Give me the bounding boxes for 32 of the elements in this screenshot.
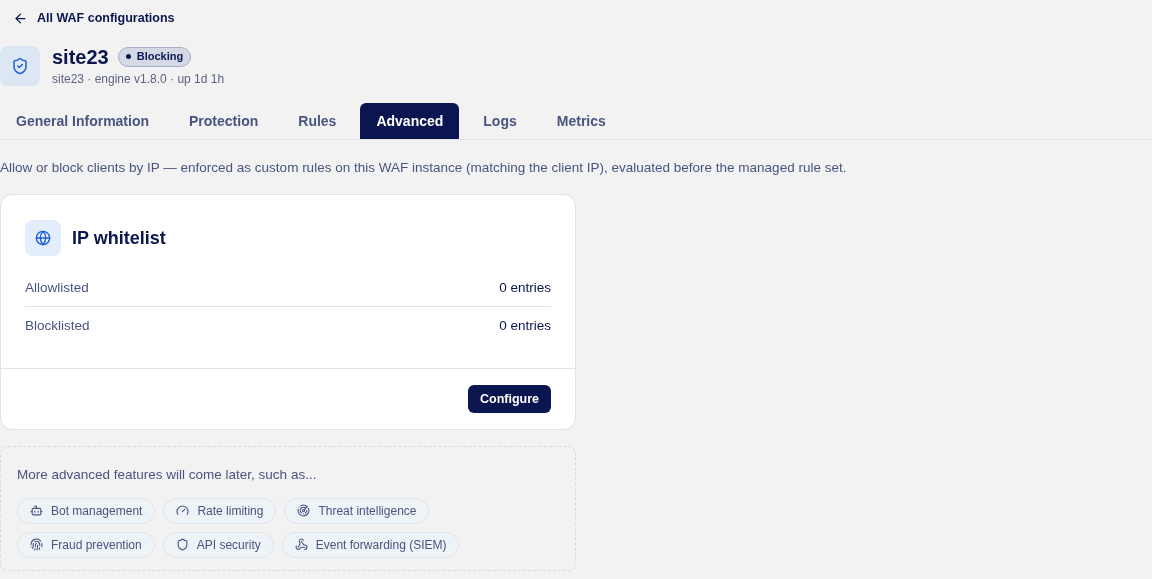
fingerprint-icon xyxy=(30,538,43,551)
feature-chip: API security xyxy=(162,531,274,558)
site-title: site23 xyxy=(52,44,109,69)
feature-chip: Threat intelligence xyxy=(284,497,430,524)
feature-chip: Bot management xyxy=(17,497,156,524)
row-value: 0 entries xyxy=(499,316,551,335)
tab[interactable]: Advanced xyxy=(360,103,460,139)
tab[interactable]: Protection xyxy=(173,103,275,139)
card-title: IP whitelist xyxy=(72,226,166,250)
gauge-icon xyxy=(176,504,190,517)
radar-icon xyxy=(297,504,311,517)
feature-chip: Event forwarding (SIEM) xyxy=(281,531,460,558)
tab[interactable]: General Information xyxy=(0,103,166,139)
row-label: Blocklisted xyxy=(25,316,90,335)
status-badge: Blocking xyxy=(117,46,192,67)
webhook-icon xyxy=(294,538,308,551)
globe-icon xyxy=(35,230,51,247)
back-link[interactable]: All WAF configurations xyxy=(13,9,175,28)
tab[interactable]: Logs xyxy=(467,103,533,139)
feature-chip: Rate limiting xyxy=(163,497,277,524)
site-subtitle: site23 · engine v1.8.0 · up 1d 1h xyxy=(52,70,225,88)
tab[interactable]: Rules xyxy=(282,103,353,139)
row-value: 0 entries xyxy=(499,279,551,298)
robot-icon xyxy=(30,504,43,517)
feature-chip: Fraud prevention xyxy=(17,531,155,558)
section-description: Allow or block clients by IP — enforced as custom rules on this WAF instance (matching the client IP), evaluated before the managed rule set. xyxy=(0,159,848,177)
configure-button[interactable]: Configure xyxy=(467,385,551,414)
tab[interactable]: Metrics xyxy=(540,103,622,139)
back-arrow-icon xyxy=(13,11,28,26)
row-label: Allowlisted xyxy=(25,279,89,298)
upcoming-intro: More advanced features will come later, such as... xyxy=(17,466,318,485)
shield-check-icon xyxy=(11,57,29,75)
